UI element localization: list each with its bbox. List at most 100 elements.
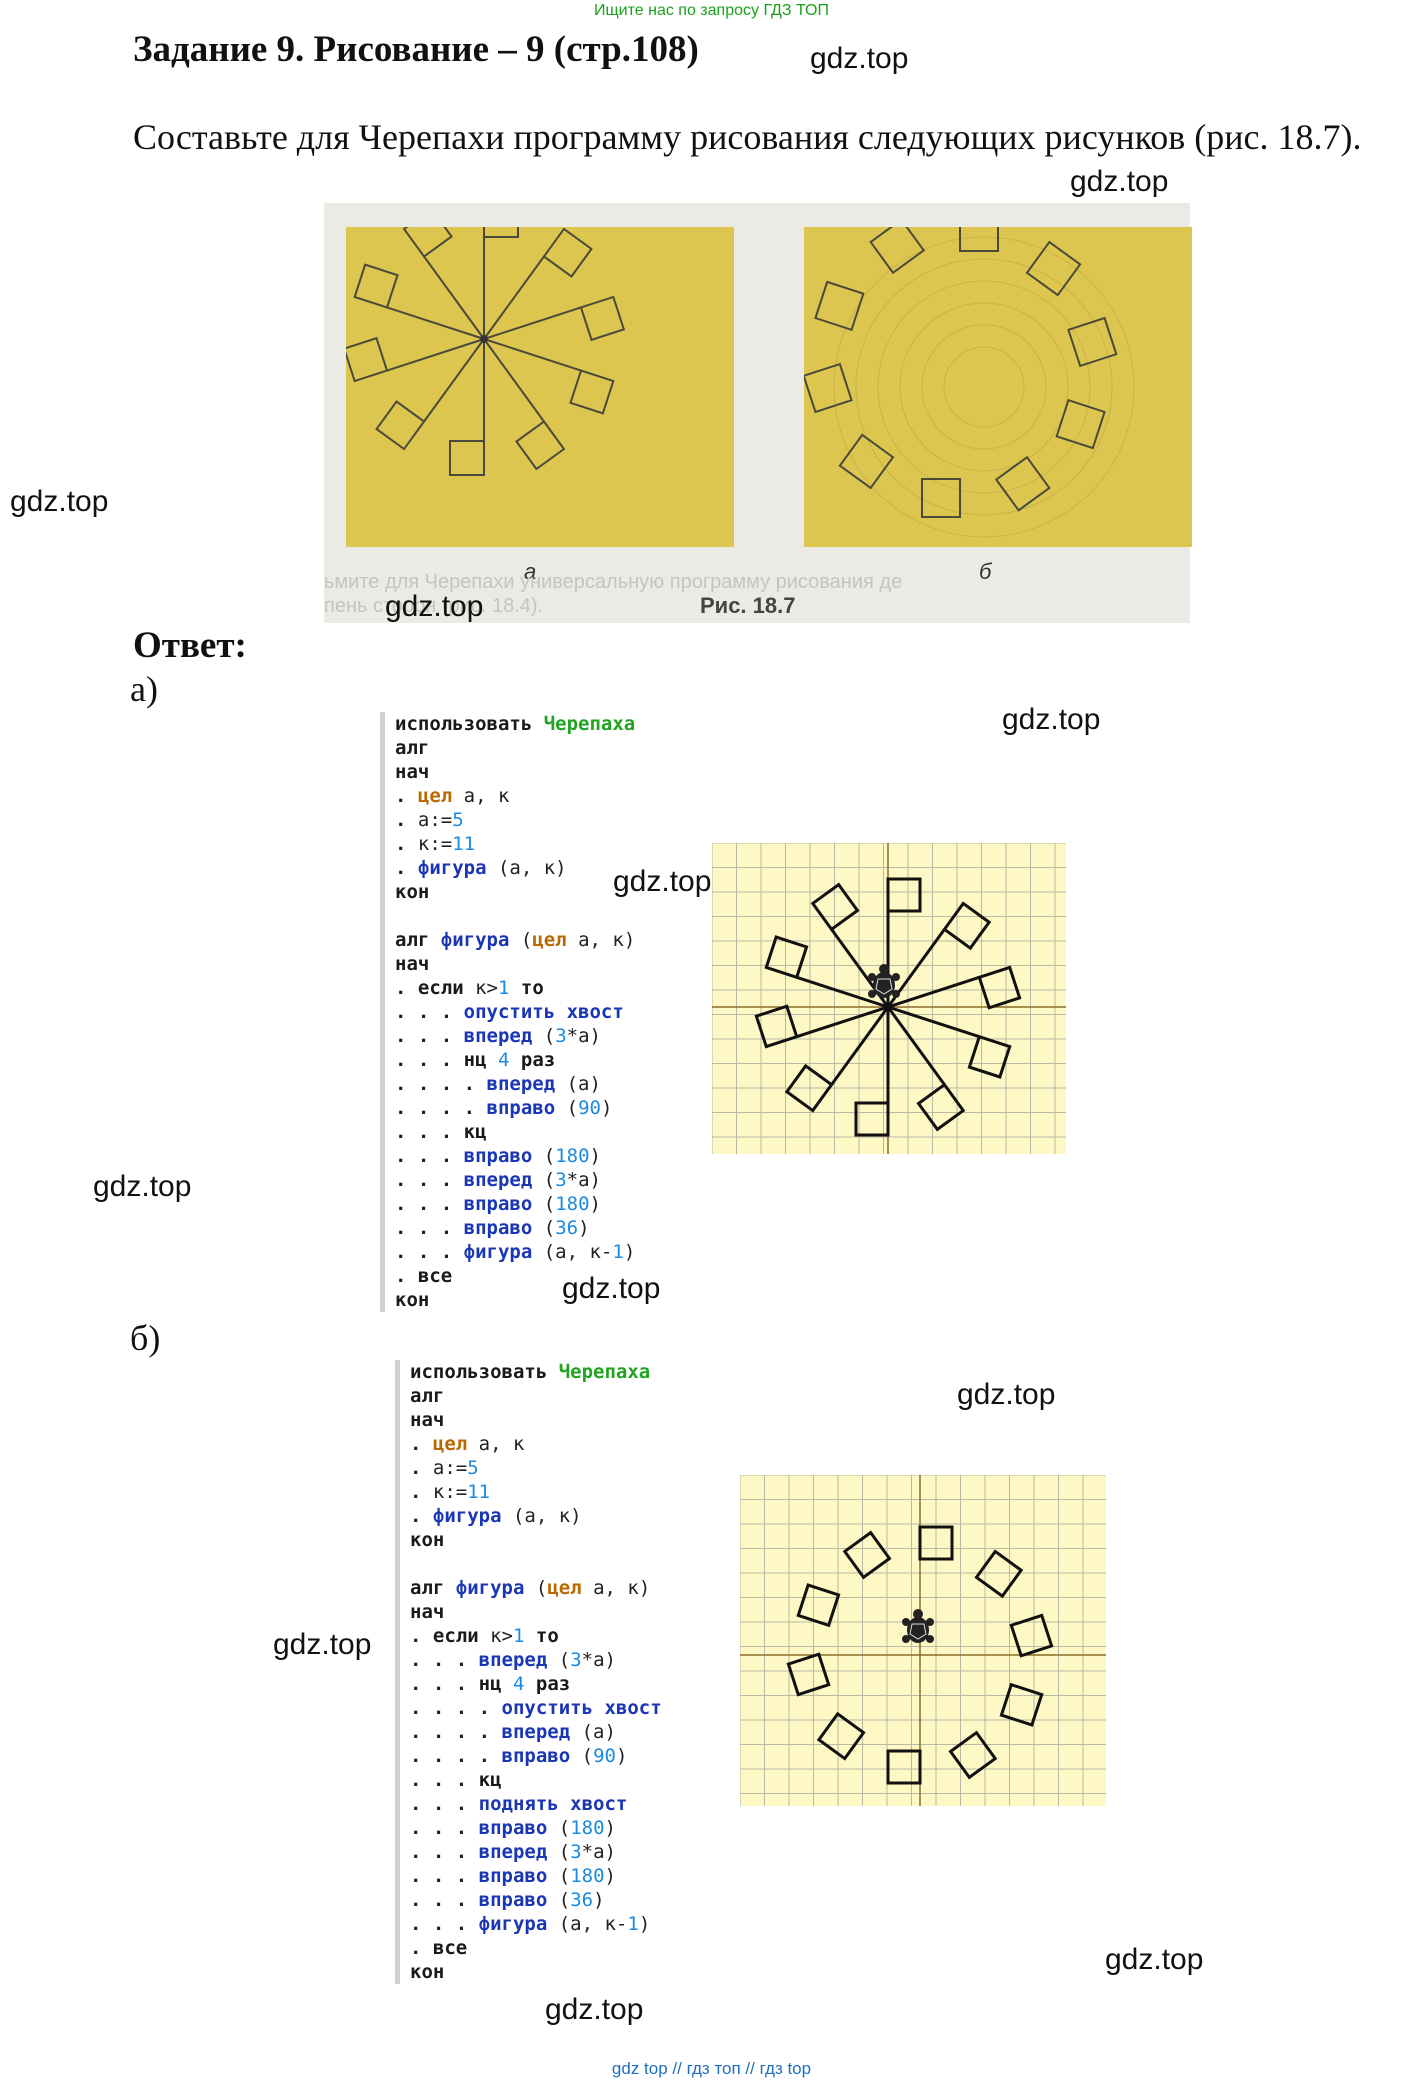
code-line: . . . вправо (36) [410, 1888, 662, 1912]
code-token: фигура [455, 1577, 525, 1599]
code-token: ( [532, 1193, 556, 1215]
code-token: к:= [421, 1481, 468, 1503]
code-token: опустить хвост [501, 1697, 662, 1719]
figure-a-drawing [342, 202, 626, 476]
code-token: ( [547, 1889, 571, 1911]
code-token: ) [604, 1817, 616, 1839]
code-listing-a: использовать Черепаха алг нач. цел а, к. а… [380, 712, 635, 1312]
code-token: ( [532, 1217, 556, 1239]
code-token: а, к [452, 785, 510, 807]
search-hint-link[interactable]: Ищите нас по запросу ГДЗ ТОП [0, 0, 1423, 22]
code-token: алг [410, 1385, 445, 1407]
code-token: ( [524, 1577, 548, 1599]
code-token: . [395, 785, 407, 807]
code-line: кон [410, 1528, 662, 1552]
code-token: вправо [463, 1145, 533, 1167]
code-line: . . . вперед (3*а) [410, 1648, 662, 1672]
code-token: к> [463, 977, 498, 999]
code-token: . . . [410, 1673, 468, 1695]
background-circle [943, 346, 1025, 428]
code-token: . [395, 809, 407, 831]
code-token: Черепаха [558, 1361, 651, 1383]
code-token: кон [410, 1529, 445, 1551]
footer-links[interactable]: gdz top // гдз топ // гдз top [0, 2058, 1423, 2080]
part-b-label: б) [130, 1318, 161, 1358]
code-line: . фигура (а, к) [395, 856, 635, 880]
center-dot [480, 335, 488, 343]
turtle-leg [892, 973, 900, 981]
code-line: алг [410, 1384, 662, 1408]
watermark: gdz.top [1070, 165, 1169, 198]
code-line: . . . вперед (3*а) [395, 1168, 635, 1192]
code-token: фигура [478, 1913, 548, 1935]
code-line: . . . вперед (3*а) [395, 1024, 635, 1048]
code-line: . . . . вперед (а) [395, 1072, 635, 1096]
code-token: . . . [410, 1817, 468, 1839]
code-line: . . . вправо (180) [395, 1192, 635, 1216]
code-token: вправо [478, 1889, 548, 1911]
code-line: . . . кц [395, 1120, 635, 1144]
watermark: gdz.top [385, 590, 484, 623]
turtle-head [913, 1609, 923, 1619]
code-token: . [410, 1457, 422, 1479]
code-token: 90 [578, 1097, 601, 1119]
code-line: . цел а, к [410, 1432, 662, 1456]
code-token: . [410, 1625, 422, 1647]
task-text: Составьте для Черепахи программу рисован… [133, 117, 1362, 157]
code-token: ) [593, 1889, 605, 1911]
turtle-leg [902, 1635, 910, 1643]
code-token: 4 [513, 1673, 525, 1695]
square-shape [579, 295, 626, 342]
code-token: ( [555, 1097, 579, 1119]
code-token: цел [532, 929, 567, 951]
code-line: использовать Черепаха [410, 1360, 662, 1384]
code-line: . . . . опустить хвост [410, 1696, 662, 1720]
square-shape [1025, 240, 1082, 297]
spoke-line [483, 306, 582, 340]
code-token: 5 [467, 1457, 479, 1479]
code-token: ( [547, 1841, 571, 1863]
spoke-line [386, 306, 485, 340]
code-token: 11 [452, 833, 476, 855]
code-token: цел [547, 1577, 582, 1599]
code-token: раз [535, 1673, 571, 1695]
code-token: . [410, 1481, 422, 1503]
code-token: 36 [570, 1889, 594, 1911]
code-line: . . . опустить хвост [395, 1000, 635, 1024]
code-token: ( [547, 1865, 571, 1887]
code-token: нач [410, 1601, 445, 1623]
code-token: фигура [417, 857, 487, 879]
code-line: . . . нц 4 раз [410, 1672, 662, 1696]
code-line: . если к>1 то [395, 976, 635, 1000]
code-token: . . . . [395, 1073, 476, 1095]
background-circle [921, 324, 1047, 450]
code-listing-b: использовать Черепаха алг нач. цел а, к. а… [395, 1360, 662, 1984]
code-token: (а) [570, 1721, 616, 1743]
spoke-line [423, 255, 485, 340]
code-token: . . . [395, 1193, 453, 1215]
code-token: 3 [570, 1841, 582, 1863]
code-token: . . . [410, 1841, 468, 1863]
turtle-leg [926, 1618, 934, 1626]
code-token: ( [509, 929, 533, 951]
code-token: . . . [395, 1217, 453, 1239]
textbook-figure: а б ьмите для Черепахи универсальную про… [324, 202, 1192, 623]
code-token: . . . . [395, 1097, 476, 1119]
